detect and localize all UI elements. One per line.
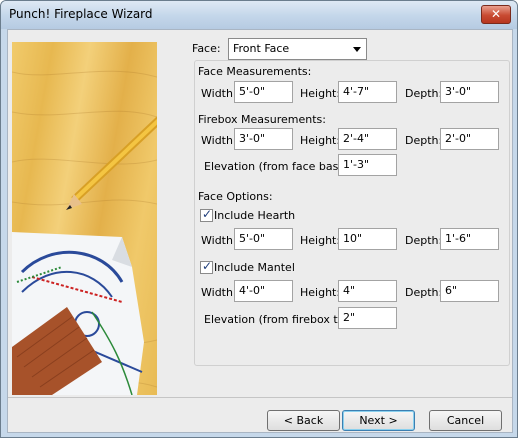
cancel-button[interactable]: Cancel [429,410,502,431]
close-button[interactable]: ✕ [481,5,511,24]
mantel-width-label: Width: [201,286,237,299]
face-depth-field[interactable]: 3'-0" [440,81,499,103]
face-width-label: Width: [201,87,237,100]
checkmark-icon: ✓ [202,259,213,273]
mantel-width-field[interactable]: 4'-0" [234,280,293,302]
hearth-depth-label: Depth: [405,234,443,247]
firebox-depth-field[interactable]: 2'-0" [440,128,499,150]
firebox-width-label: Width: [201,134,237,147]
face-height-field[interactable]: 4'-7" [338,81,397,103]
firebox-width-field[interactable]: 3'-0" [234,128,293,150]
include-hearth-label[interactable]: Include Hearth [214,209,295,222]
hearth-height-field[interactable]: 10" [338,228,397,250]
include-hearth-checkbox[interactable]: ✓ [200,207,213,222]
include-mantel-label[interactable]: Include Mantel [214,261,295,274]
face-depth-label: Depth: [405,87,443,100]
mantel-height-label: Height: [300,286,341,299]
firebox-height-field[interactable]: 2'-4" [338,128,397,150]
firebox-depth-label: Depth: [405,134,443,147]
button-area-divider [8,397,512,398]
firebox-elevation-field[interactable]: 1'-3" [338,154,397,176]
hearth-width-field[interactable]: 5'-0" [234,228,293,250]
mantel-depth-label: Depth: [405,286,443,299]
checkmark-icon: ✓ [202,207,213,221]
mantel-elevation-label: Elevation (from firebox top): [204,313,360,326]
firebox-elevation-label: Elevation (from face base): [204,160,354,173]
hearth-depth-field[interactable]: 1'-6" [440,228,499,250]
window-title: Punch! Fireplace Wizard [9,7,153,21]
face-options-heading: Face Options: [198,190,273,203]
face-label: Face: [192,42,221,55]
mantel-depth-field[interactable]: 6" [440,280,499,302]
wizard-illustration [12,42,157,395]
firebox-height-label: Height: [300,134,341,147]
wood-and-blueprint-illustration [12,70,157,395]
mantel-elevation-field[interactable]: 2" [338,307,397,329]
hearth-height-label: Height: [300,234,341,247]
close-icon: ✕ [490,7,502,21]
face-dropdown[interactable]: Front Face [228,38,367,60]
back-button[interactable]: < Back [267,410,340,431]
face-dropdown-value: Front Face [233,42,290,55]
face-height-label: Height: [300,87,341,100]
title-bar[interactable]: Punch! Fireplace Wizard ✕ [1,1,517,29]
face-width-field[interactable]: 5'-0" [234,81,293,103]
wizard-window: Punch! Fireplace Wizard ✕ Face: Front Fa… [0,0,518,438]
face-measurements-heading: Face Measurements: [198,65,312,78]
mantel-height-field[interactable]: 4" [338,280,397,302]
chevron-down-icon [353,47,361,52]
include-mantel-checkbox[interactable]: ✓ [200,259,213,274]
next-button[interactable]: Next > [342,410,415,431]
wizard-client-area: Face: Front Face Face Measurements: Widt… [7,29,513,433]
hearth-width-label: Width: [201,234,237,247]
firebox-measurements-heading: Firebox Measurements: [198,113,326,126]
